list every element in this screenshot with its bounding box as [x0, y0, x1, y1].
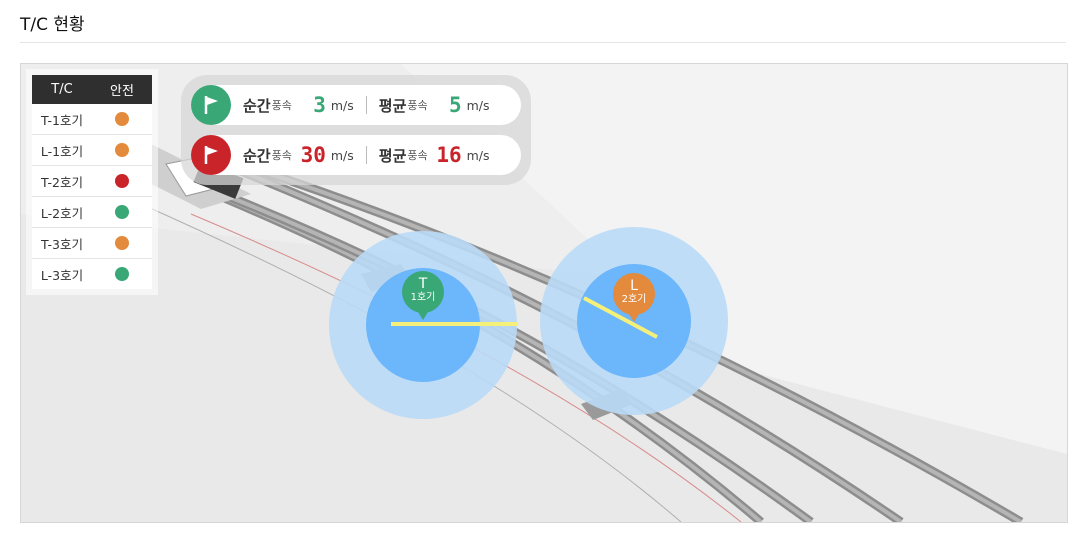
tc-column-header: T/C — [51, 82, 73, 97]
safety-status-dot — [115, 143, 129, 157]
crane-marker-name: 1호기 — [410, 292, 436, 303]
instant-wind-sublabel: 풍속 — [271, 149, 292, 162]
crane-name: T-1호기 — [41, 112, 83, 128]
crane-name: L-1호기 — [40, 143, 84, 159]
avg-wind-label: 평균 — [378, 146, 407, 165]
wind-row-safe: 순간 풍속 3 m/s 평균 풍속 5 m/s — [191, 85, 521, 125]
instant-wind-unit: m/s — [330, 147, 354, 163]
safety-column-header: 안전 — [110, 84, 134, 99]
crane-marker-letter: L — [630, 278, 638, 294]
wind-panel: 순간 풍속 3 m/s 평균 풍속 5 m/s 순간 풍속 30 m/s 평균 … — [181, 75, 531, 185]
tc-status-table: T/C 안전 T-1호기 L-1호기 T-2호기 L-2호기 T-3호기 L-3… — [32, 75, 152, 289]
crane-name: L-3호기 — [40, 267, 84, 283]
wind-row-danger: 순간 풍속 30 m/s 평균 풍속 16 m/s — [191, 135, 521, 175]
instant-wind-sublabel: 풍속 — [271, 99, 292, 112]
table-row[interactable]: T-3호기 — [32, 228, 152, 259]
safety-status-dot — [115, 174, 129, 188]
crane-name: T-3호기 — [41, 236, 83, 252]
flag-icon — [191, 85, 231, 125]
crane-name: L-2호기 — [40, 205, 84, 221]
tc-table-header: T/C 안전 — [32, 75, 152, 104]
table-row[interactable]: L-3호기 — [32, 259, 152, 289]
table-row[interactable]: T-1호기 — [32, 104, 152, 135]
avg-wind-value: 5 — [448, 93, 462, 117]
crane-marker-name: 2호기 — [621, 294, 647, 305]
instant-wind-label: 순간 — [243, 146, 271, 165]
site-map[interactable]: T/C 안전 T-1호기 L-1호기 T-2호기 L-2호기 T-3호기 L-3… — [20, 63, 1068, 523]
wind-divider — [365, 146, 367, 164]
crane-radius-T — [329, 231, 518, 419]
avg-wind-sublabel: 풍속 — [407, 99, 428, 112]
instant-wind-unit: m/s — [330, 97, 354, 113]
safety-status-dot — [115, 236, 129, 250]
wind-divider — [365, 96, 367, 114]
avg-wind-label: 평균 — [378, 96, 407, 115]
safety-status-dot — [115, 205, 129, 219]
avg-wind-value: 16 — [436, 143, 462, 167]
instant-wind-value: 3 — [313, 93, 326, 117]
marker-pointer — [418, 312, 428, 320]
crane-marker-T[interactable]: T 1호기 — [402, 271, 444, 320]
instant-wind-label: 순간 — [243, 96, 271, 115]
avg-wind-sublabel: 풍속 — [407, 149, 428, 162]
table-row[interactable]: L-2호기 — [32, 197, 152, 228]
instant-wind-value: 30 — [300, 143, 326, 167]
crane-marker-L[interactable]: L 2호기 — [613, 273, 655, 322]
safety-status-dot — [115, 112, 129, 126]
table-row[interactable]: T-2호기 — [32, 166, 152, 197]
page-title: T/C 현황 — [20, 15, 85, 35]
flag-icon — [191, 135, 231, 175]
table-row[interactable]: L-1호기 — [32, 135, 152, 166]
marker-pointer — [629, 314, 639, 322]
crane-marker-letter: T — [418, 276, 428, 292]
avg-wind-unit: m/s — [466, 147, 490, 163]
safety-status-dot — [115, 267, 129, 281]
crane-name: T-2호기 — [41, 174, 83, 190]
site-scene — [21, 64, 1067, 522]
avg-wind-unit: m/s — [466, 97, 490, 113]
title-divider — [20, 42, 1066, 43]
